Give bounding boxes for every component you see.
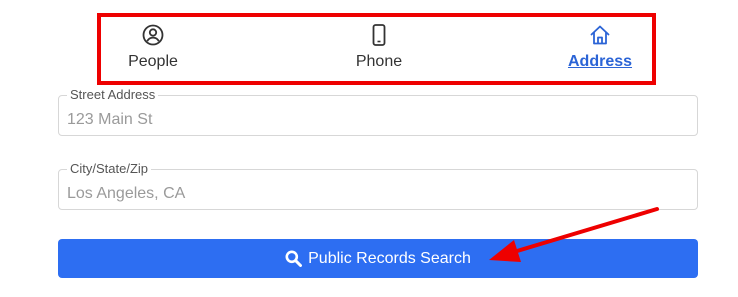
phone-icon — [367, 23, 391, 47]
tab-people-label: People — [128, 53, 178, 70]
street-address-input[interactable] — [59, 96, 697, 135]
search-icon — [285, 250, 303, 267]
city-state-zip-field: City/State/Zip — [58, 162, 698, 210]
tab-phone-label: Phone — [355, 53, 403, 70]
city-state-zip-input[interactable] — [59, 170, 697, 209]
tab-people[interactable]: People — [121, 15, 185, 83]
search-button-label: Public Records Search — [308, 249, 471, 267]
tab-phone[interactable]: Phone — [347, 15, 411, 83]
public-records-search-button[interactable]: Public Records Search — [58, 239, 698, 278]
search-panel: People Phone Address Street Address 123 … — [0, 0, 738, 297]
tab-address[interactable]: Address — [563, 15, 637, 83]
street-address-field: Street Address — [58, 88, 698, 136]
person-circle-icon — [141, 23, 165, 47]
search-type-tabs: People Phone Address — [99, 15, 654, 83]
tab-address-label: Address — [567, 53, 633, 70]
house-icon — [588, 23, 612, 47]
